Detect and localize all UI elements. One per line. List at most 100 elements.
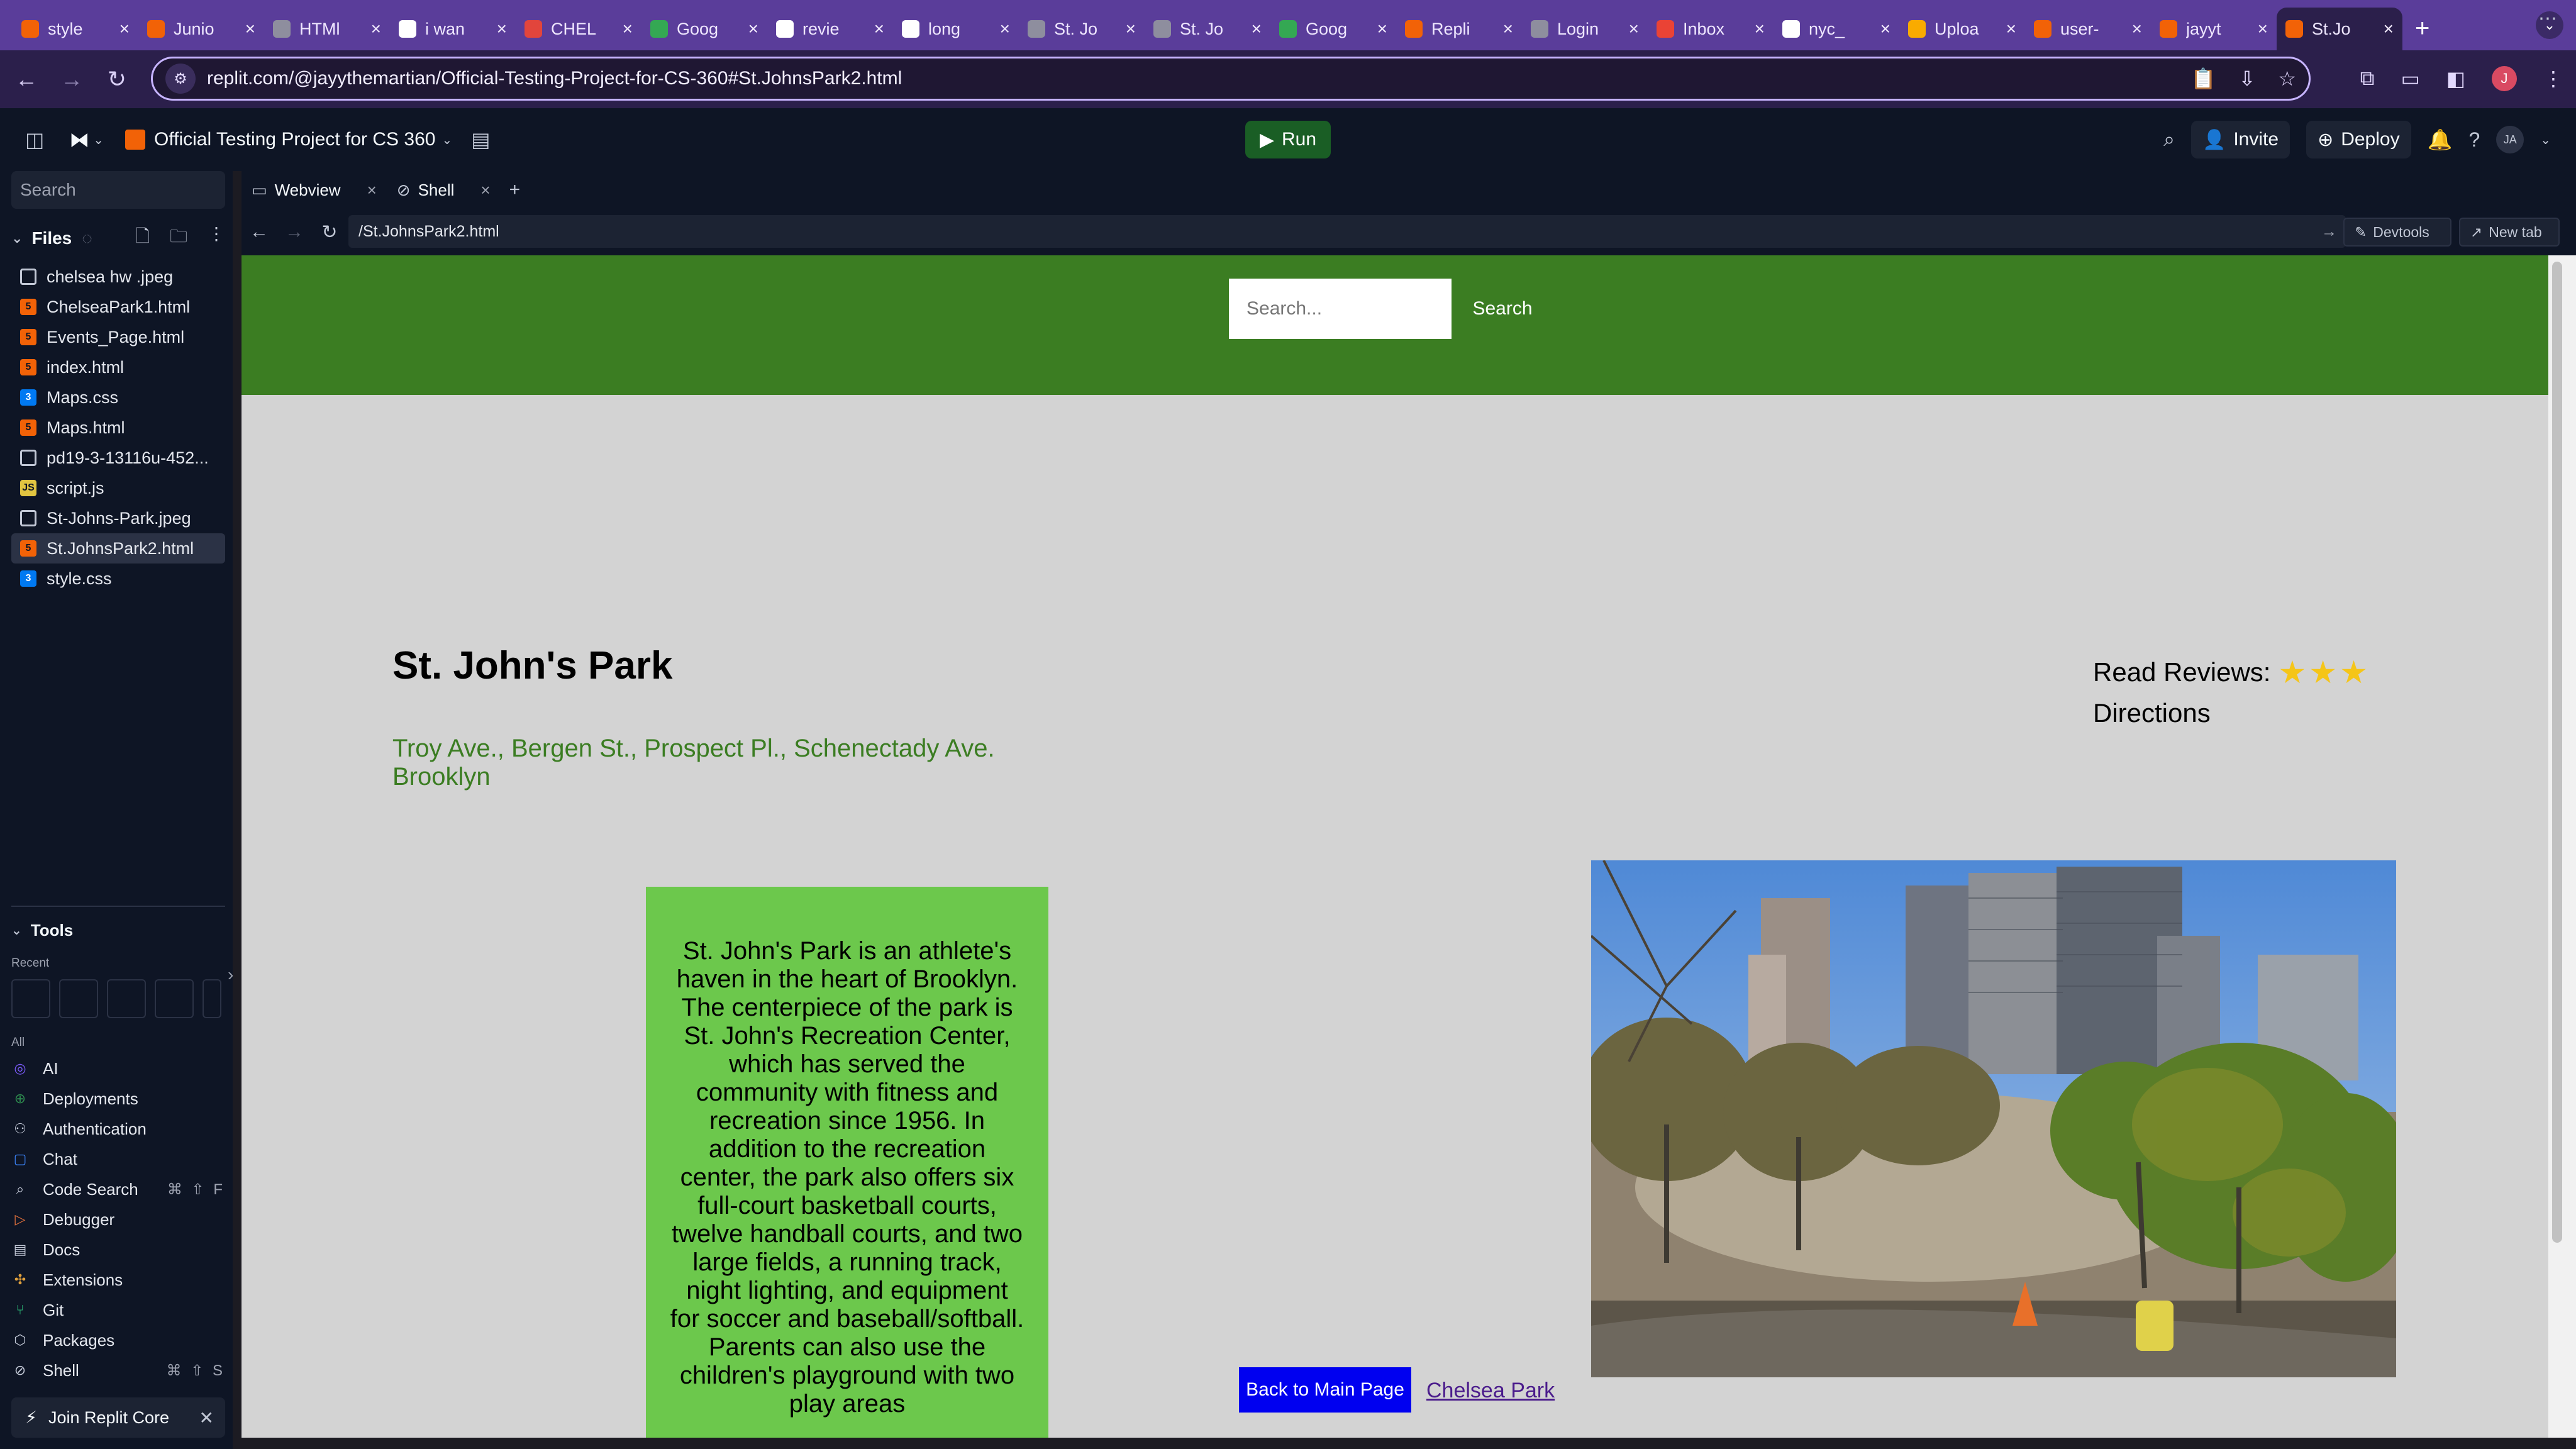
close-icon[interactable]: × (2258, 19, 2268, 39)
forward-arrow-icon[interactable]: → (277, 221, 312, 243)
browser-tab[interactable]: St. Jo × (1019, 8, 1145, 50)
install-app-icon[interactable]: ⇩ (2239, 67, 2256, 91)
layout-icon[interactable]: ▤ (471, 128, 490, 152)
back-to-main-button[interactable]: Back to Main Page (1239, 1367, 1411, 1413)
site-search-button[interactable]: Search (1458, 279, 1547, 339)
file-item[interactable]: 5 Maps.html (11, 413, 225, 443)
read-reviews-link[interactable]: Read Reviews: ★★★ (2093, 654, 2370, 691)
more-options-icon[interactable]: ⋮ (208, 223, 225, 253)
chelsea-park-link[interactable]: Chelsea Park (1426, 1379, 1555, 1403)
file-item[interactable]: 5 index.html (11, 352, 225, 382)
close-icon[interactable]: × (2132, 19, 2142, 39)
directions-link[interactable]: Directions (2093, 698, 2211, 728)
extensions-puzzle-icon[interactable]: ⧉ (2360, 67, 2375, 91)
chevron-down-icon[interactable]: ⌄ (2540, 132, 2551, 148)
forward-arrow-icon[interactable]: → (53, 60, 91, 98)
close-icon[interactable]: × (119, 19, 130, 39)
close-icon[interactable]: × (1503, 19, 1513, 39)
recent-tool-slot[interactable] (11, 979, 50, 1018)
tool-item[interactable]: ◎ AI (11, 1053, 225, 1084)
go-arrow-icon[interactable]: → (2321, 223, 2337, 241)
close-icon[interactable]: × (1126, 19, 1136, 39)
close-icon[interactable]: × (1755, 19, 1765, 39)
recent-tool-slot[interactable] (59, 979, 98, 1018)
close-icon[interactable]: × (1629, 19, 1639, 39)
search-icon[interactable]: ⌕ (2163, 128, 2175, 152)
address-bar-url[interactable]: replit.com/@jayythemartian/Official-Test… (207, 68, 902, 89)
project-name[interactable]: Official Testing Project for CS 360 (154, 129, 435, 150)
sidebar-search-input[interactable]: Search (11, 171, 225, 209)
help-icon[interactable]: ? (2468, 128, 2480, 152)
browser-tab[interactable]: nyc_ × (1774, 8, 1899, 50)
browser-tab[interactable]: HTMl × (264, 8, 390, 50)
browser-tab[interactable]: CHEL × (516, 8, 641, 50)
file-item[interactable]: 5 Events_Page.html (11, 322, 225, 352)
file-item[interactable]: chelsea hw .jpeg (11, 262, 225, 292)
chevron-down-icon[interactable]: ⌄ (11, 923, 22, 938)
tool-item[interactable]: ⌕ Code Search ⌘ ⇧ F (11, 1174, 225, 1204)
browser-tab[interactable]: revie × (767, 8, 893, 50)
pane-tab[interactable]: ▭ Webview × (242, 171, 387, 209)
close-icon[interactable]: × (1880, 19, 1890, 39)
recent-tool-slot[interactable] (107, 979, 146, 1018)
file-item[interactable]: JS script.js (11, 473, 225, 503)
tool-item[interactable]: ▢ Chat (11, 1144, 225, 1174)
invite-button[interactable]: 👤 Invite (2190, 121, 2290, 158)
scrollbar-thumb[interactable] (2552, 262, 2562, 1243)
site-search-input[interactable] (1229, 279, 1452, 339)
back-arrow-icon[interactable]: ← (242, 221, 277, 243)
browser-tab[interactable]: Goog × (1270, 8, 1396, 50)
file-item[interactable]: 3 style.css (11, 564, 225, 594)
profile-avatar[interactable]: J (2492, 66, 2517, 91)
sidebar-toggle-icon[interactable]: ◫ (25, 128, 44, 152)
tool-item[interactable]: ⊕ Deployments (11, 1084, 225, 1114)
add-tab-icon[interactable]: + (509, 179, 521, 201)
new-folder-icon[interactable]: 🗀 (170, 223, 187, 253)
notifications-bell-icon[interactable]: 🔔 (2428, 128, 2453, 152)
new-file-icon[interactable]: 🗋 (135, 223, 150, 253)
close-icon[interactable]: × (623, 19, 633, 39)
close-icon[interactable]: × (371, 19, 381, 39)
close-icon[interactable]: × (2384, 19, 2394, 39)
bookmark-star-icon[interactable]: ☆ (2278, 67, 2296, 91)
close-icon[interactable]: × (874, 19, 884, 39)
tool-item[interactable]: ▤ Docs (11, 1235, 225, 1265)
chevron-down-icon[interactable]: ⌄ (441, 132, 452, 148)
chevron-down-icon[interactable]: ⌄ (93, 132, 104, 148)
browser-tab[interactable]: style × (13, 8, 138, 50)
tool-item[interactable]: ⚇ Authentication (11, 1114, 225, 1144)
file-item[interactable]: St-Johns-Park.jpeg (11, 503, 225, 533)
tool-item[interactable]: ⑂ Git (11, 1295, 225, 1325)
browser-tab[interactable]: Login × (1522, 8, 1648, 50)
clipboard-icon[interactable]: 📋 (2191, 67, 2216, 91)
browser-tab[interactable]: Inbox × (1648, 8, 1774, 50)
browser-menu-icon[interactable]: ⋮ (2543, 67, 2563, 91)
file-item[interactable]: 3 Maps.css (11, 382, 225, 413)
join-replit-core-button[interactable]: ⚡ Join Replit Core ✕ (11, 1397, 225, 1438)
file-item[interactable]: 5 St.JohnsPark2.html (11, 533, 225, 564)
pane-tab[interactable]: ⊘ Shell × (387, 171, 501, 209)
back-arrow-icon[interactable]: ← (8, 60, 45, 98)
tools-header[interactable]: ⌄ Tools (11, 921, 225, 940)
run-button[interactable]: ▶ Run (1245, 121, 1331, 158)
recent-tool-slot[interactable] (203, 979, 221, 1018)
devtools-button[interactable]: ✎ Devtools (2343, 218, 2451, 247)
deploy-button[interactable]: ⊕ Deploy (2306, 121, 2411, 158)
cast-icon[interactable]: ▭ (2401, 67, 2420, 91)
close-icon[interactable]: × (1252, 19, 1262, 39)
reload-icon[interactable]: ↻ (98, 60, 136, 98)
more-options-icon[interactable]: ⋯ (2538, 8, 2557, 30)
browser-tab[interactable]: Uploa × (1899, 8, 2025, 50)
new-tab-icon[interactable]: + (2415, 14, 2429, 43)
side-panel-icon[interactable]: ◧ (2446, 67, 2465, 91)
webview-url-input[interactable]: /St.JohnsPark2.html → (348, 215, 2346, 248)
tool-item[interactable]: ⬡ Packages (11, 1325, 225, 1355)
browser-tab[interactable]: long × (893, 8, 1019, 50)
site-settings-icon[interactable]: ⚙ (165, 64, 196, 94)
files-header[interactable]: ⌄ Files ◌ 🗋 🗀 ⋮ (11, 223, 225, 254)
close-icon[interactable]: × (367, 180, 377, 200)
browser-tab[interactable]: St.Jo × (2277, 8, 2402, 50)
browser-tab[interactable]: Junio × (138, 8, 264, 50)
webview-scrollbar[interactable] (2548, 255, 2576, 1438)
close-icon[interactable]: × (480, 180, 490, 200)
